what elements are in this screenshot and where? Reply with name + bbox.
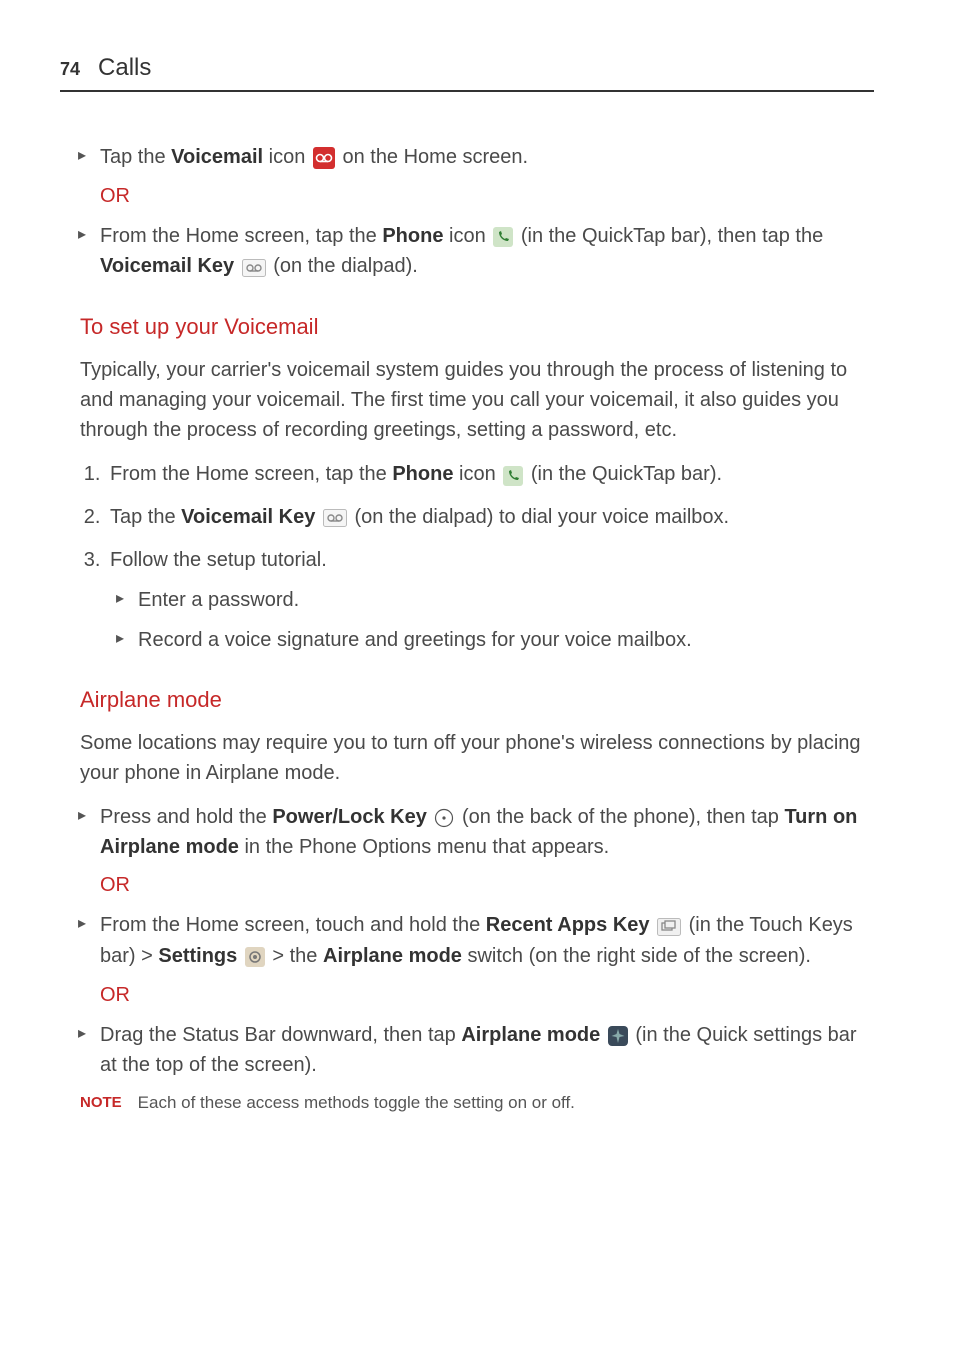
airplane-methods-list: Press and hold the Power/Lock Key (on th… (60, 802, 874, 1081)
text-bold: Airplane mode (461, 1024, 600, 1046)
section-heading-setup-voicemail: To set up your Voicemail (60, 310, 874, 343)
text: Enter a password. (138, 589, 299, 611)
note-label: NOTE (80, 1090, 122, 1116)
text: Press and hold the (100, 806, 272, 828)
text: Drag the Status Bar downward, then tap (100, 1024, 461, 1046)
text: icon (453, 463, 501, 485)
text: Tap the (100, 146, 171, 168)
text: From the Home screen, touch and hold the (100, 914, 486, 936)
text: in the Phone Options menu that appears. (239, 836, 609, 858)
list-item: Record a voice signature and greetings f… (138, 625, 874, 655)
voicemail-key-icon (242, 252, 266, 282)
sub-steps-list: Enter a password. Record a voice signatu… (110, 585, 874, 655)
text: on the Home screen. (342, 146, 528, 168)
page-number: 74 (60, 56, 80, 83)
recent-apps-key-icon (657, 911, 681, 941)
text: (on the back of the phone), then tap (462, 806, 784, 828)
list-item: Tap the Voicemail icon on the Home scree… (100, 142, 874, 211)
text: From the Home screen, tap the (100, 225, 382, 247)
phone-icon (493, 221, 513, 251)
text: (in the QuickTap bar), then tap the (521, 225, 823, 247)
text: From the Home screen, tap the (110, 463, 392, 485)
text: > the (272, 945, 323, 967)
page-title: Calls (98, 50, 151, 86)
voicemail-key-icon (323, 503, 347, 533)
text-bold: Voicemail Key (100, 255, 234, 277)
paragraph: Some locations may require you to turn o… (60, 728, 874, 788)
text: icon (263, 146, 311, 168)
text: (on the dialpad). (273, 255, 418, 277)
text: Record a voice signature and greetings f… (138, 629, 692, 651)
setup-steps-list: From the Home screen, tap the Phone icon… (60, 459, 874, 654)
text: icon (443, 225, 491, 247)
text: Tap the (110, 506, 181, 528)
step-item: Tap the Voicemail Key (on the dialpad) t… (106, 502, 874, 533)
voicemail-app-icon (313, 143, 335, 173)
section-heading-airplane-mode: Airplane mode (60, 683, 874, 716)
text-bold: Phone (382, 225, 443, 247)
power-key-icon (434, 802, 454, 832)
list-item: Drag the Status Bar downward, then tap A… (100, 1020, 874, 1081)
text-bold: Airplane mode (323, 945, 462, 967)
step-item: Follow the setup tutorial. Enter a passw… (106, 545, 874, 655)
note-text: Each of these access methods toggle the … (138, 1090, 575, 1116)
text-bold: Power/Lock Key (272, 806, 427, 828)
airplane-mode-icon (608, 1020, 628, 1050)
paragraph: Typically, your carrier's voicemail syst… (60, 355, 874, 445)
settings-icon (245, 942, 265, 972)
text: (on the dialpad) to dial your voice mail… (354, 506, 729, 528)
text: Follow the setup tutorial. (110, 549, 327, 571)
or-separator: OR (100, 181, 874, 211)
list-item: From the Home screen, touch and hold the… (100, 910, 874, 1009)
phone-icon (503, 460, 523, 490)
text-bold: Recent Apps Key (486, 914, 650, 936)
list-item: Press and hold the Power/Lock Key (on th… (100, 802, 874, 901)
text: (in the QuickTap bar). (531, 463, 722, 485)
step-item: From the Home screen, tap the Phone icon… (106, 459, 874, 490)
note: NOTE Each of these access methods toggle… (60, 1090, 874, 1116)
text-bold: Phone (392, 463, 453, 485)
text: switch (on the right side of the screen)… (462, 945, 811, 967)
list-item: Enter a password. (138, 585, 874, 615)
or-separator: OR (100, 870, 874, 900)
text-bold: Voicemail (171, 146, 263, 168)
page-header: 74 Calls (60, 50, 874, 92)
list-item: From the Home screen, tap the Phone icon… (100, 221, 874, 282)
text-bold: Voicemail Key (181, 506, 315, 528)
voicemail-access-list: Tap the Voicemail icon on the Home scree… (60, 142, 874, 282)
text-bold: Settings (158, 945, 237, 967)
or-separator: OR (100, 980, 874, 1010)
